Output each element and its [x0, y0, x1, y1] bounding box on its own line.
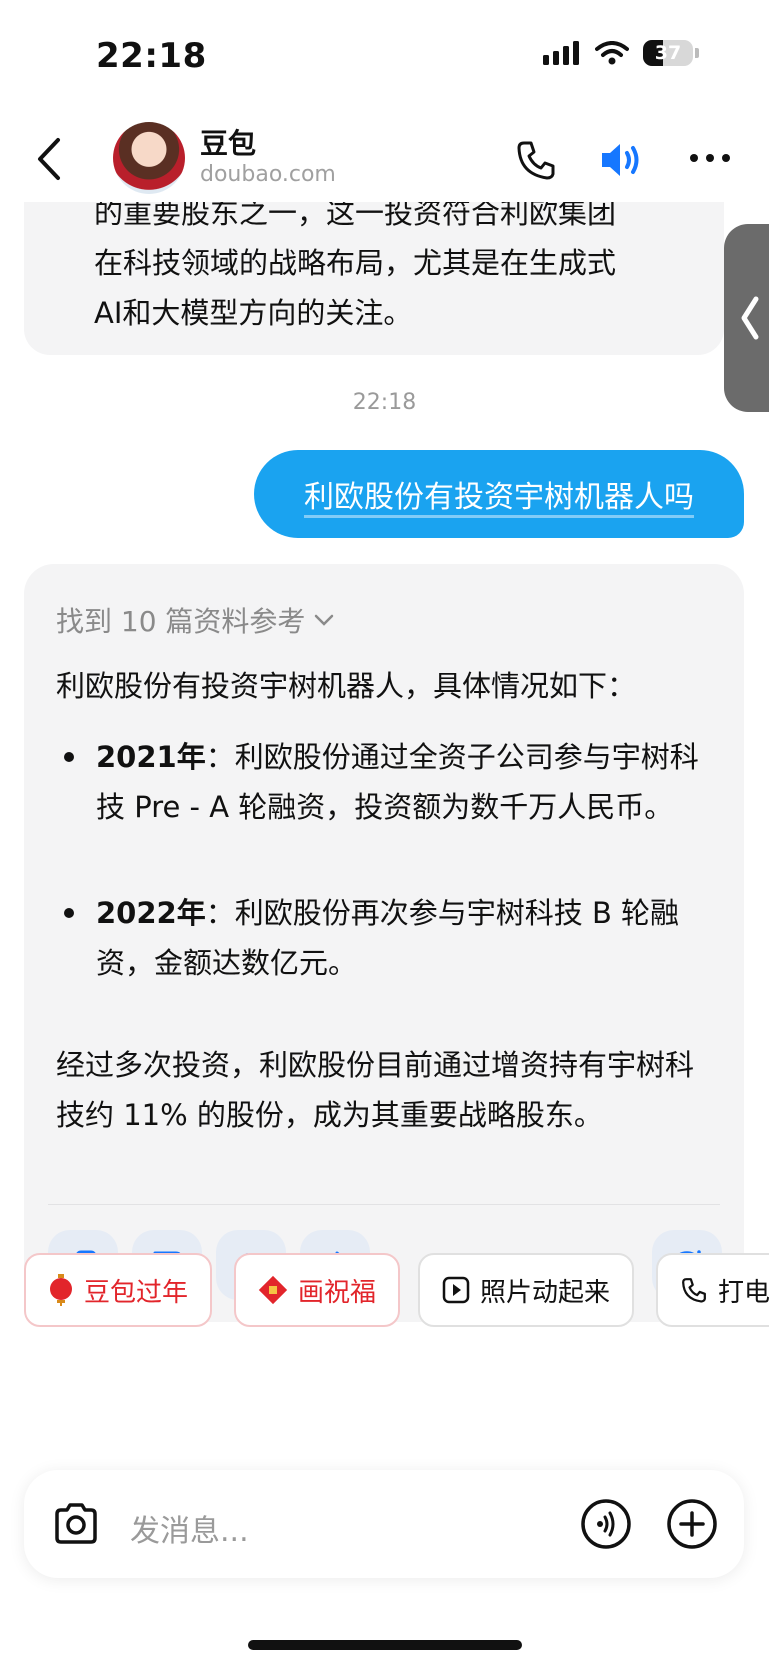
- previous-line-2: 在科技领域的战略布局，尤其是在生成式: [94, 246, 617, 280]
- side-panel-handle[interactable]: [724, 224, 769, 412]
- chip-label: 豆包过年: [84, 1277, 189, 1308]
- lantern-icon: [50, 1274, 72, 1306]
- signal-icon: [543, 41, 579, 65]
- back-button[interactable]: [30, 134, 70, 184]
- status-icons: 37: [543, 40, 699, 66]
- voice-wave-icon: [581, 1499, 631, 1549]
- camera-button[interactable]: [52, 1502, 100, 1550]
- chip-draw-blessing[interactable]: 画祝福: [234, 1253, 401, 1327]
- message-input-bar: 发消息...: [24, 1470, 744, 1578]
- chat-header: 豆包 doubao.com: [0, 110, 769, 200]
- message-timestamp: 22:18: [352, 390, 417, 415]
- answer-intro: 利欧股份有投资宇树机器人，具体情况如下：: [56, 669, 637, 703]
- chevron-left-icon: [741, 296, 759, 340]
- bullet-year: 2022年: [96, 896, 206, 930]
- chip-make-call[interactable]: 打电: [656, 1253, 769, 1327]
- bot-avatar[interactable]: [113, 122, 185, 194]
- user-message-bubble[interactable]: 利欧股份有投资宇树机器人吗: [254, 450, 744, 538]
- more-dots-icon: [690, 154, 730, 162]
- voice-input-button[interactable]: [580, 1498, 632, 1554]
- answer-divider: [48, 1204, 720, 1205]
- voice-playback-button[interactable]: [598, 138, 648, 182]
- plus-circle-icon: [667, 1499, 717, 1549]
- user-message-text: 利欧股份有投资宇树机器人吗: [304, 480, 694, 515]
- chip-label: 照片动起来: [480, 1277, 611, 1308]
- battery-level: 37: [654, 42, 682, 64]
- camera-icon: [55, 1503, 97, 1544]
- chip-label: 打电: [718, 1277, 769, 1308]
- bullet-item: 2021年：利欧股份通过全资子公司参与宇树科技 Pre - A 轮融资，投资额为…: [56, 732, 726, 832]
- call-button[interactable]: [514, 138, 558, 182]
- more-button[interactable]: [688, 148, 732, 168]
- battery-indicator: 37: [643, 40, 693, 66]
- answer-summary: 经过多次投资，利欧股份目前通过增资持有宇树科技约 11% 的股份，成为其重要战略…: [56, 1048, 695, 1132]
- chip-animate-photo[interactable]: 照片动起来: [418, 1253, 635, 1327]
- bot-domain: doubao.com: [200, 162, 336, 187]
- chevron-down-icon: [315, 614, 334, 626]
- sources-label: 找到 10 篇资料参考: [56, 605, 306, 638]
- fu-icon: [258, 1275, 288, 1305]
- phone-icon: [682, 1278, 706, 1303]
- status-time: 22:18: [96, 36, 207, 76]
- bullet-dot: [64, 908, 74, 918]
- sources-toggle[interactable]: 找到 10 篇资料参考: [56, 600, 335, 640]
- chip-doubao-new-year[interactable]: 豆包过年: [24, 1253, 213, 1327]
- play-icon: [442, 1276, 470, 1304]
- add-attachment-button[interactable]: [666, 1498, 718, 1554]
- phone-icon: [517, 141, 555, 180]
- speaker-icon: [602, 144, 639, 176]
- bullet-year: 2021年: [96, 740, 206, 774]
- chip-label: 画祝福: [298, 1277, 377, 1308]
- wifi-icon: [595, 41, 629, 65]
- previous-line-3: AI和大模型方向的关注。: [94, 296, 413, 330]
- bot-answer-card: 找到 10 篇资料参考 利欧股份有投资宇树机器人，具体情况如下： 2021年：利…: [24, 564, 744, 1322]
- chevron-left-icon: [38, 138, 60, 180]
- bot-name: 豆包: [200, 127, 257, 160]
- bullet-item: 2022年：利欧股份再次参与宇树科技 B 轮融资，金额达数亿元。: [56, 888, 726, 988]
- message-input[interactable]: 发消息...: [130, 1506, 249, 1550]
- home-indicator: [248, 1640, 522, 1650]
- bullet-dot: [64, 752, 74, 762]
